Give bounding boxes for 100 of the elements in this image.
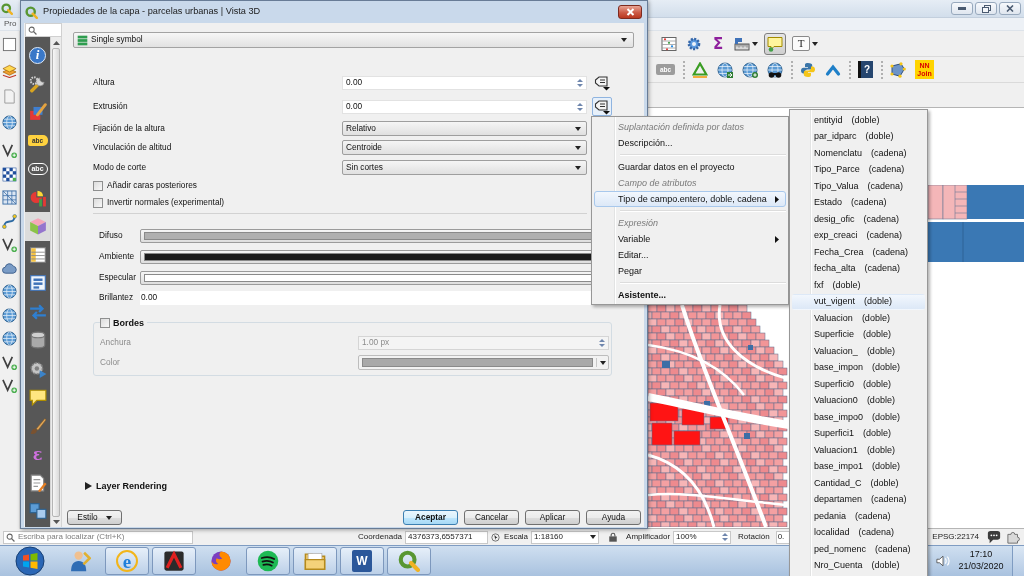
field-menu-item[interactable]: fxf (doble)	[792, 277, 925, 294]
menu-item[interactable]: Pro	[4, 19, 17, 29]
triangle-icon[interactable]	[692, 61, 708, 78]
dropdown[interactable]: Relativo	[342, 121, 587, 136]
polyline-icon[interactable]	[2, 354, 17, 370]
gear-play-icon[interactable]	[28, 359, 47, 378]
scrollbar[interactable]	[50, 37, 62, 527]
section-header[interactable]: Layer Rendering	[85, 479, 168, 493]
python-icon[interactable]	[800, 61, 816, 78]
gear-icon[interactable]	[686, 35, 702, 52]
layers-icon[interactable]	[2, 62, 17, 78]
database-icon[interactable]	[28, 331, 47, 350]
spin-box[interactable]: 0.00	[342, 99, 587, 114]
field-menu-item[interactable]: desig_ofic (cadena)	[792, 211, 925, 228]
close-button[interactable]	[999, 2, 1021, 15]
taskbar-button[interactable]	[246, 547, 290, 575]
dialog-button[interactable]: Ayuda	[586, 510, 641, 525]
field-menu-item[interactable]: Superfici0 (doble)	[792, 376, 925, 393]
dropdown[interactable]: Centroide	[342, 140, 587, 155]
polyline-icon[interactable]	[2, 378, 17, 394]
pie-bars-icon[interactable]	[28, 188, 47, 207]
globe-icon[interactable]	[2, 331, 17, 347]
field-menu-item[interactable]: Fecha_Crea (cadena)	[792, 244, 925, 261]
polyline-icon[interactable]	[2, 237, 17, 253]
fox-globe-icon[interactable]	[210, 550, 232, 572]
globe-icon[interactable]	[742, 61, 758, 78]
field-menu-item[interactable]: Nomenclatu (cadena)	[792, 145, 925, 162]
field-menu-item[interactable]: Estado (cadena)	[792, 194, 925, 211]
dialog-button[interactable]: Cancelar	[464, 510, 519, 525]
field-menu-item[interactable]: vut_vigent (doble)	[792, 293, 925, 310]
globe-icon[interactable]	[2, 307, 17, 323]
close-button[interactable]	[618, 5, 642, 19]
field-menu-item[interactable]: ped_nomenc (cadena)	[792, 541, 925, 558]
dropdown[interactable]: Sin cortes	[342, 160, 587, 175]
magnifier-spinbox[interactable]: 100%	[673, 530, 732, 544]
field-menu-item[interactable]: Tipo_Parce (cadena)	[792, 161, 925, 178]
mesh-icon[interactable]	[2, 190, 17, 206]
menu-item[interactable]: Pegar	[594, 263, 786, 279]
cloud-icon[interactable]	[2, 260, 17, 276]
dialog-button[interactable]: Aceptar	[403, 510, 458, 525]
taskbar-button[interactable]	[152, 547, 196, 575]
field-list-icon[interactable]	[28, 245, 47, 264]
style-button[interactable]: Estilo	[67, 510, 122, 525]
field-menu-item[interactable]: Valuacion (doble)	[792, 310, 925, 327]
menu-item[interactable]: Tipo de campo.entero, doble, cadena	[594, 191, 786, 207]
polygon-nodes-icon[interactable]	[890, 61, 906, 78]
curve-icon[interactable]	[2, 213, 17, 229]
field-menu-item[interactable]: Cantidad_C (doble)	[792, 475, 925, 492]
crs-button[interactable]: EPSG:22174	[932, 532, 979, 542]
lock-icon[interactable]	[608, 532, 619, 542]
field-menu-item[interactable]: pedania (cadena)	[792, 508, 925, 525]
field-menu-item[interactable]: exp_creaci (cadena)	[792, 227, 925, 244]
cursor-icon[interactable]	[491, 532, 501, 542]
spin-arrows-icon[interactable]	[599, 338, 605, 348]
table-icon[interactable]	[661, 35, 677, 52]
spin-arrows-icon[interactable]	[722, 532, 729, 542]
spin-arrows-icon[interactable]	[577, 101, 583, 112]
field-menu-item[interactable]: Valuacion_ (doble)	[792, 343, 925, 360]
override-icon[interactable]	[594, 74, 610, 91]
toggle-button[interactable]	[764, 32, 786, 55]
menu-item[interactable]: Guardar datos en el proyecto	[594, 159, 786, 175]
field-menu-item[interactable]: Nro_Cuenta (doble)	[792, 557, 925, 574]
form-icon[interactable]	[28, 274, 47, 293]
text-annotation-icon[interactable]: T	[792, 36, 810, 51]
polyline-icon[interactable]	[2, 143, 17, 159]
minimize-button[interactable]	[951, 2, 973, 15]
messages-icon[interactable]	[987, 530, 1001, 544]
squares-icon[interactable]	[28, 502, 47, 521]
scroll-up-icon[interactable]	[52, 41, 60, 45]
field-menu-item[interactable]: Valuacion0 (doble)	[792, 392, 925, 409]
speech-bubble-icon[interactable]	[28, 388, 47, 407]
menu-item[interactable]: Descripción...	[594, 135, 786, 151]
figure-icon[interactable]	[69, 550, 91, 572]
info-icon[interactable]: i	[29, 46, 46, 64]
help-book-icon[interactable]: ?	[858, 61, 873, 78]
checker-icon[interactable]	[2, 166, 17, 182]
speaker-icon[interactable]	[936, 554, 950, 568]
blank-box-icon[interactable]	[2, 36, 17, 52]
start-button[interactable]	[15, 546, 45, 576]
scroll-thumb[interactable]	[52, 48, 60, 517]
globe-icon[interactable]	[717, 61, 733, 78]
globe-icon[interactable]	[2, 284, 17, 300]
wrench-icon[interactable]	[28, 74, 47, 93]
taskbar-button[interactable]: W	[340, 547, 384, 575]
plugin-icon[interactable]	[1007, 530, 1021, 544]
checkbox[interactable]	[93, 198, 103, 208]
spin-box[interactable]: 0.00	[342, 75, 587, 90]
field-menu-item[interactable]: departamen (cadena)	[792, 491, 925, 508]
field-menu-item[interactable]: entityid (doble)	[792, 112, 925, 129]
dialog-button[interactable]: Aplicar	[525, 510, 580, 525]
field-menu-item[interactable]: par_idparc (doble)	[792, 128, 925, 145]
ruler-icon[interactable]	[734, 35, 750, 52]
globe-binoculars-icon[interactable]	[767, 61, 783, 78]
field-menu-item[interactable]: base_impon (doble)	[792, 359, 925, 376]
menu-item[interactable]: Editar...	[594, 247, 786, 263]
field-menu-item[interactable]: Superficie (doble)	[792, 326, 925, 343]
coordinate-field[interactable]: 4376373,6557371	[405, 530, 489, 544]
search-field[interactable]	[25, 23, 62, 37]
field-menu-item[interactable]: Superfici1 (doble)	[792, 425, 925, 442]
document-pencil-icon[interactable]	[28, 473, 47, 492]
